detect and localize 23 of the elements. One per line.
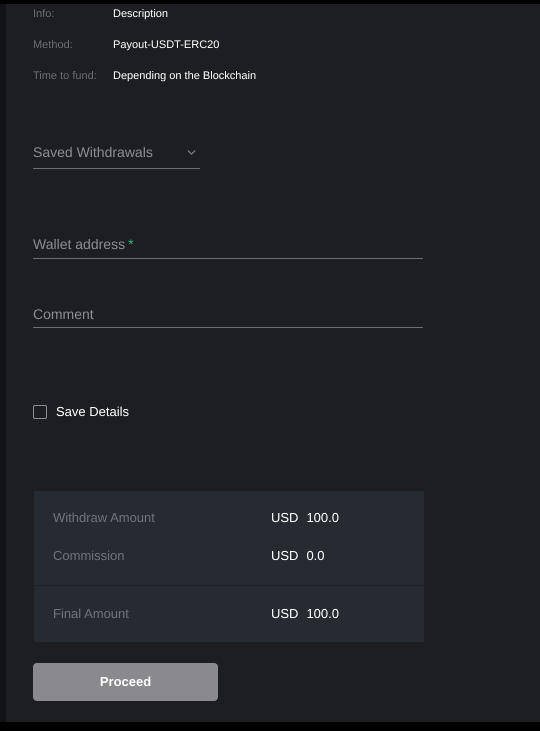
summary-label: Final Amount <box>53 604 130 623</box>
wallet-address-field[interactable]: Wallet address * <box>33 231 423 259</box>
summary-label: Commission <box>53 546 126 565</box>
amount: 100.0 <box>306 604 339 623</box>
checkbox[interactable] <box>33 404 47 419</box>
currency: USD <box>271 546 298 565</box>
detail-value: Depending on the Blockchain <box>113 68 256 84</box>
detail-label: Time to fund: <box>33 68 98 84</box>
detail-value: Payout-USDT-ERC20 <box>113 38 220 53</box>
amount: 0.0 <box>306 546 325 565</box>
saved-withdrawals-dropdown[interactable]: Saved Withdrawals <box>33 137 200 169</box>
comment-field[interactable]: Comment <box>33 300 423 328</box>
field-label: Wallet address <box>33 235 126 254</box>
currency: USD <box>271 604 298 623</box>
detail-label: Info: <box>33 6 56 22</box>
proceed-button[interactable]: Proceed <box>33 662 218 700</box>
detail-value: Description <box>113 6 168 22</box>
detail-label: Method: <box>33 38 74 53</box>
checkbox-label: Save Details <box>56 403 129 421</box>
summary-label: Withdraw Amount <box>53 508 156 527</box>
required-mark: * <box>128 235 134 254</box>
amount: 100.0 <box>306 508 339 527</box>
currency: USD <box>271 508 298 527</box>
